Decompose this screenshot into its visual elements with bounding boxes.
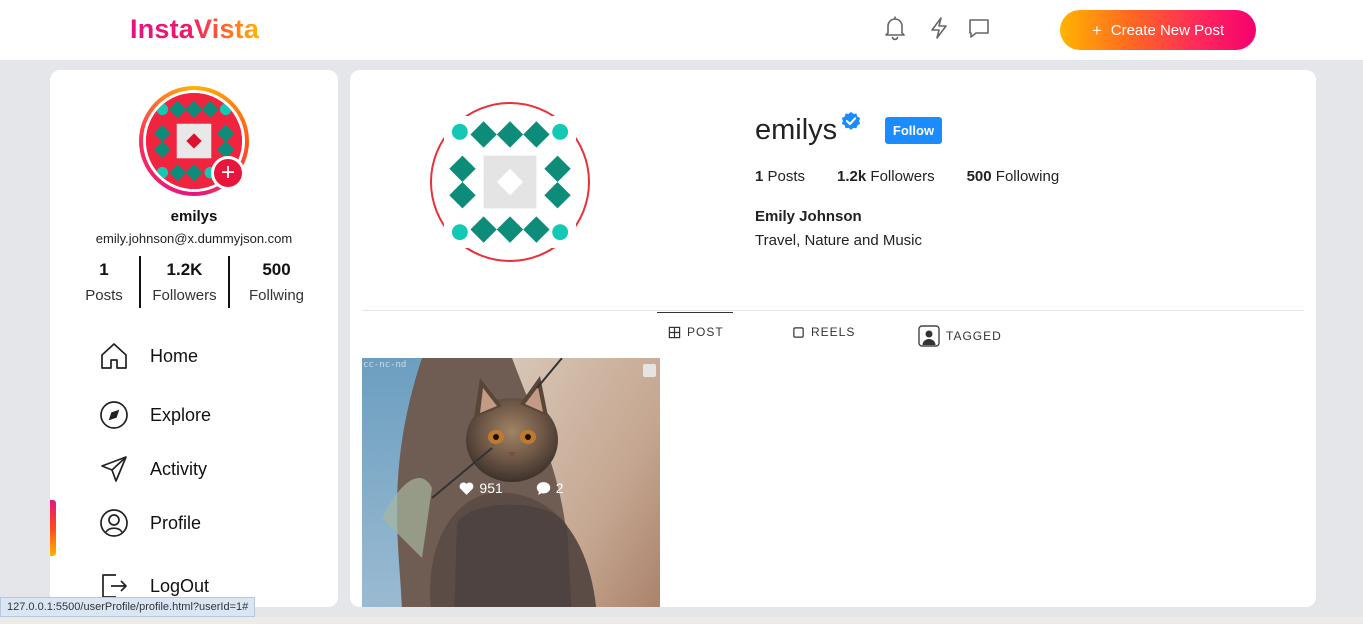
sidebar-email: emily.johnson@x.dummyjson.com [95, 231, 293, 246]
identicon-avatar-image [444, 116, 576, 248]
top-navbar: InstaVista + Create New Post [0, 0, 1363, 60]
send-icon [101, 456, 127, 482]
bell-icon[interactable] [880, 13, 910, 43]
sidebar-item-label: Activity [150, 458, 208, 479]
stat-value: 500 [262, 260, 291, 279]
tab-label: TAGGED [946, 329, 1002, 343]
sidebar-item-profile[interactable]: Profile [98, 507, 201, 539]
bottom-strip [0, 617, 1363, 624]
section-divider [362, 310, 1304, 311]
compass-icon [100, 401, 128, 429]
sidebar-stat-followers: 1.2K Followers [152, 256, 217, 308]
post-stats-overlay: 951 2 [362, 358, 660, 607]
sidebar-item-explore[interactable]: Explore [98, 399, 211, 431]
profile-stat-posts[interactable]: 1 Posts [755, 168, 805, 185]
profile-username: emilys [755, 114, 838, 146]
plus-icon: + [1091, 20, 1102, 40]
stat-value: 1.2k [837, 168, 867, 185]
sidebar-item-activity[interactable]: Activity [98, 453, 207, 485]
active-tab-indicator [657, 312, 733, 313]
verified-badge-icon [841, 111, 861, 130]
tab-label: POST [687, 325, 724, 339]
stat-value: 500 [966, 168, 992, 185]
stat-label: Posts [85, 287, 123, 304]
sidebar-item-label: Profile [150, 512, 202, 533]
tab-label: REELS [811, 325, 856, 339]
post-comments: 2 [535, 480, 564, 497]
post-likes-count: 951 [479, 480, 503, 496]
profile-bio: Travel, Nature and Music [755, 232, 923, 249]
stat-label: Follwing [248, 287, 305, 304]
chat-icon[interactable] [964, 13, 994, 43]
stat-divider [138, 256, 141, 308]
add-story-button[interactable]: + [211, 156, 245, 190]
tab-tagged[interactable]: TAGGED [918, 325, 1002, 347]
sidebar-item-label: LogOut [150, 575, 210, 596]
tab-post[interactable]: POST [668, 325, 724, 339]
stat-value: 1 [99, 260, 109, 279]
status-bar-url: 127.0.0.1:5500/userProfile/profile.html?… [0, 597, 256, 617]
stat-value: 1.2K [166, 260, 203, 279]
profile-stats: 1 Posts 1.2k Followers 500 Following [755, 168, 1059, 185]
user-icon [100, 509, 128, 537]
follow-button[interactable]: Follow [885, 117, 942, 144]
sidebar: + emilys emily.johnson@x.dummyjson.com 1… [50, 70, 338, 607]
post-thumbnail[interactable]: cc-nc-nd 951 2 [362, 358, 660, 607]
stat-divider [228, 256, 231, 308]
sidebar-stats: 1 Posts 1.2K Followers 500 Follwing [80, 256, 312, 308]
profile-full-name: Emily Johnson [755, 208, 862, 225]
stat-label: Posts [767, 168, 806, 185]
app-logo[interactable]: InstaVista [130, 14, 259, 45]
sidebar-username: emilys [170, 208, 218, 225]
create-new-post-label: Create New Post [1110, 21, 1225, 39]
sidebar-item-label: Explore [150, 404, 212, 425]
stat-label: Followers [152, 287, 217, 304]
sidebar-item-label: Home [150, 345, 199, 366]
active-nav-indicator [50, 500, 56, 556]
stat-label: Following [995, 168, 1060, 185]
profile-avatar[interactable] [430, 102, 590, 262]
post-comments-count: 2 [555, 480, 564, 496]
sidebar-item-home[interactable]: Home [98, 340, 198, 372]
post-likes: 951 [458, 480, 503, 497]
profile-panel: emilys Follow 1 Posts 1.2k Followers 500… [350, 70, 1316, 607]
sidebar-stat-following: 500 Follwing [241, 256, 312, 308]
heart-icon [460, 481, 474, 495]
tab-reels[interactable]: REELS [792, 325, 855, 339]
user-tag-icon [918, 325, 940, 347]
profile-stat-followers[interactable]: 1.2k Followers [837, 168, 935, 185]
stat-label: Followers [870, 168, 935, 185]
comment-icon [536, 481, 551, 495]
stat-value: 1 [755, 168, 764, 185]
profile-stat-following[interactable]: 500 Following [967, 168, 1060, 185]
sidebar-stat-posts: 1 Posts [80, 256, 128, 308]
create-new-post-button[interactable]: + Create New Post [1060, 10, 1256, 50]
square-icon [793, 326, 804, 338]
grid-icon [668, 326, 681, 338]
home-icon [101, 343, 127, 369]
lightning-icon[interactable] [924, 13, 954, 43]
